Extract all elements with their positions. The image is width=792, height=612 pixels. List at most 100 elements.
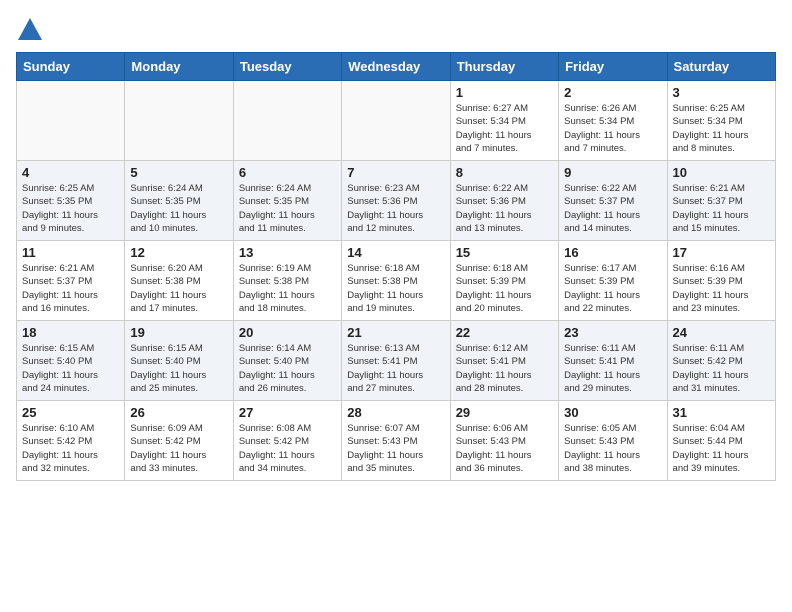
day-cell: 17Sunrise: 6:16 AM Sunset: 5:39 PM Dayli… (667, 241, 775, 321)
day-info: Sunrise: 6:08 AM Sunset: 5:42 PM Dayligh… (239, 422, 336, 475)
day-info: Sunrise: 6:24 AM Sunset: 5:35 PM Dayligh… (130, 182, 227, 235)
logo (16, 16, 48, 44)
weekday-header-thursday: Thursday (450, 53, 558, 81)
day-info: Sunrise: 6:26 AM Sunset: 5:34 PM Dayligh… (564, 102, 661, 155)
day-number: 19 (130, 325, 227, 340)
day-info: Sunrise: 6:07 AM Sunset: 5:43 PM Dayligh… (347, 422, 444, 475)
day-cell: 2 Sunrise: 6:26 AM Sunset: 5:34 PM Daylig… (559, 81, 667, 161)
day-cell: 21Sunrise: 6:13 AM Sunset: 5:41 PM Dayli… (342, 321, 450, 401)
day-info: Sunrise: 6:21 AM Sunset: 5:37 PM Dayligh… (22, 262, 119, 315)
day-cell: 9 Sunrise: 6:22 AM Sunset: 5:37 PM Daylig… (559, 161, 667, 241)
day-number: 14 (347, 245, 444, 260)
day-cell: 1 Sunrise: 6:27 AM Sunset: 5:34 PM Daylig… (450, 81, 558, 161)
day-number: 2 (564, 85, 661, 100)
day-info: Sunrise: 6:11 AM Sunset: 5:42 PM Dayligh… (673, 342, 770, 395)
day-number: 20 (239, 325, 336, 340)
weekday-header-monday: Monday (125, 53, 233, 81)
day-cell: 20 Sunrise: 6:14 AM Sunset: 5:40 PM Dayli… (233, 321, 341, 401)
day-number: 24 (673, 325, 770, 340)
day-info: Sunrise: 6:15 AM Sunset: 5:40 PM Dayligh… (22, 342, 119, 395)
day-cell: 29Sunrise: 6:06 AM Sunset: 5:43 PM Dayli… (450, 401, 558, 481)
day-info: Sunrise: 6:21 AM Sunset: 5:37 PM Dayligh… (673, 182, 770, 235)
day-cell: 31 Sunrise: 6:04 AM Sunset: 5:44 PM Dayli… (667, 401, 775, 481)
day-number: 31 (673, 405, 770, 420)
day-number: 11 (22, 245, 119, 260)
day-info: Sunrise: 6:17 AM Sunset: 5:39 PM Dayligh… (564, 262, 661, 315)
day-cell: 3 Sunrise: 6:25 AM Sunset: 5:34 PM Daylig… (667, 81, 775, 161)
day-number: 7 (347, 165, 444, 180)
day-cell (233, 81, 341, 161)
day-number: 1 (456, 85, 553, 100)
day-info: Sunrise: 6:10 AM Sunset: 5:42 PM Dayligh… (22, 422, 119, 475)
day-cell: 8Sunrise: 6:22 AM Sunset: 5:36 PM Daylig… (450, 161, 558, 241)
day-number: 4 (22, 165, 119, 180)
day-number: 28 (347, 405, 444, 420)
day-cell: 27Sunrise: 6:08 AM Sunset: 5:42 PM Dayli… (233, 401, 341, 481)
calendar-table: SundayMondayTuesdayWednesdayThursdayFrid… (16, 52, 776, 481)
day-number: 12 (130, 245, 227, 260)
day-info: Sunrise: 6:11 AM Sunset: 5:41 PM Dayligh… (564, 342, 661, 395)
day-cell: 14 Sunrise: 6:18 AM Sunset: 5:38 PM Dayli… (342, 241, 450, 321)
day-number: 16 (564, 245, 661, 260)
day-number: 23 (564, 325, 661, 340)
weekday-header-sunday: Sunday (17, 53, 125, 81)
day-info: Sunrise: 6:25 AM Sunset: 5:34 PM Dayligh… (673, 102, 770, 155)
day-number: 3 (673, 85, 770, 100)
day-number: 17 (673, 245, 770, 260)
day-number: 13 (239, 245, 336, 260)
day-cell: 22Sunrise: 6:12 AM Sunset: 5:41 PM Dayli… (450, 321, 558, 401)
day-info: Sunrise: 6:15 AM Sunset: 5:40 PM Dayligh… (130, 342, 227, 395)
week-row-4: 18Sunrise: 6:15 AM Sunset: 5:40 PM Dayli… (17, 321, 776, 401)
day-cell: 30 Sunrise: 6:05 AM Sunset: 5:43 PM Dayli… (559, 401, 667, 481)
day-number: 29 (456, 405, 553, 420)
week-row-5: 25 Sunrise: 6:10 AM Sunset: 5:42 PM Dayli… (17, 401, 776, 481)
day-number: 25 (22, 405, 119, 420)
weekday-header-friday: Friday (559, 53, 667, 81)
day-cell: 28 Sunrise: 6:07 AM Sunset: 5:43 PM Dayli… (342, 401, 450, 481)
day-number: 15 (456, 245, 553, 260)
day-info: Sunrise: 6:22 AM Sunset: 5:37 PM Dayligh… (564, 182, 661, 235)
day-info: Sunrise: 6:19 AM Sunset: 5:38 PM Dayligh… (239, 262, 336, 315)
page-header (16, 16, 776, 44)
day-cell: 15 Sunrise: 6:18 AM Sunset: 5:39 PM Dayli… (450, 241, 558, 321)
week-row-3: 11 Sunrise: 6:21 AM Sunset: 5:37 PM Dayli… (17, 241, 776, 321)
day-cell: 24 Sunrise: 6:11 AM Sunset: 5:42 PM Dayli… (667, 321, 775, 401)
day-cell: 4 Sunrise: 6:25 AM Sunset: 5:35 PM Daylig… (17, 161, 125, 241)
day-info: Sunrise: 6:09 AM Sunset: 5:42 PM Dayligh… (130, 422, 227, 475)
weekday-header-tuesday: Tuesday (233, 53, 341, 81)
day-info: Sunrise: 6:18 AM Sunset: 5:38 PM Dayligh… (347, 262, 444, 315)
day-cell: 7 Sunrise: 6:23 AM Sunset: 5:36 PM Daylig… (342, 161, 450, 241)
week-row-2: 4 Sunrise: 6:25 AM Sunset: 5:35 PM Daylig… (17, 161, 776, 241)
day-cell (125, 81, 233, 161)
day-cell: 5 Sunrise: 6:24 AM Sunset: 5:35 PM Daylig… (125, 161, 233, 241)
day-info: Sunrise: 6:04 AM Sunset: 5:44 PM Dayligh… (673, 422, 770, 475)
week-row-1: 1 Sunrise: 6:27 AM Sunset: 5:34 PM Daylig… (17, 81, 776, 161)
day-number: 30 (564, 405, 661, 420)
day-info: Sunrise: 6:20 AM Sunset: 5:38 PM Dayligh… (130, 262, 227, 315)
day-cell: 13 Sunrise: 6:19 AM Sunset: 5:38 PM Dayli… (233, 241, 341, 321)
weekday-header-row: SundayMondayTuesdayWednesdayThursdayFrid… (17, 53, 776, 81)
day-info: Sunrise: 6:14 AM Sunset: 5:40 PM Dayligh… (239, 342, 336, 395)
day-info: Sunrise: 6:25 AM Sunset: 5:35 PM Dayligh… (22, 182, 119, 235)
day-info: Sunrise: 6:18 AM Sunset: 5:39 PM Dayligh… (456, 262, 553, 315)
day-info: Sunrise: 6:24 AM Sunset: 5:35 PM Dayligh… (239, 182, 336, 235)
day-number: 22 (456, 325, 553, 340)
day-cell: 6 Sunrise: 6:24 AM Sunset: 5:35 PM Daylig… (233, 161, 341, 241)
day-number: 21 (347, 325, 444, 340)
day-cell: 23 Sunrise: 6:11 AM Sunset: 5:41 PM Dayli… (559, 321, 667, 401)
day-number: 26 (130, 405, 227, 420)
day-number: 5 (130, 165, 227, 180)
day-number: 9 (564, 165, 661, 180)
day-cell: 16 Sunrise: 6:17 AM Sunset: 5:39 PM Dayli… (559, 241, 667, 321)
day-number: 6 (239, 165, 336, 180)
day-number: 10 (673, 165, 770, 180)
day-cell: 18Sunrise: 6:15 AM Sunset: 5:40 PM Dayli… (17, 321, 125, 401)
day-info: Sunrise: 6:27 AM Sunset: 5:34 PM Dayligh… (456, 102, 553, 155)
day-info: Sunrise: 6:22 AM Sunset: 5:36 PM Dayligh… (456, 182, 553, 235)
day-cell: 19 Sunrise: 6:15 AM Sunset: 5:40 PM Dayli… (125, 321, 233, 401)
weekday-header-saturday: Saturday (667, 53, 775, 81)
day-info: Sunrise: 6:23 AM Sunset: 5:36 PM Dayligh… (347, 182, 444, 235)
day-info: Sunrise: 6:05 AM Sunset: 5:43 PM Dayligh… (564, 422, 661, 475)
weekday-header-wednesday: Wednesday (342, 53, 450, 81)
day-cell: 26 Sunrise: 6:09 AM Sunset: 5:42 PM Dayli… (125, 401, 233, 481)
